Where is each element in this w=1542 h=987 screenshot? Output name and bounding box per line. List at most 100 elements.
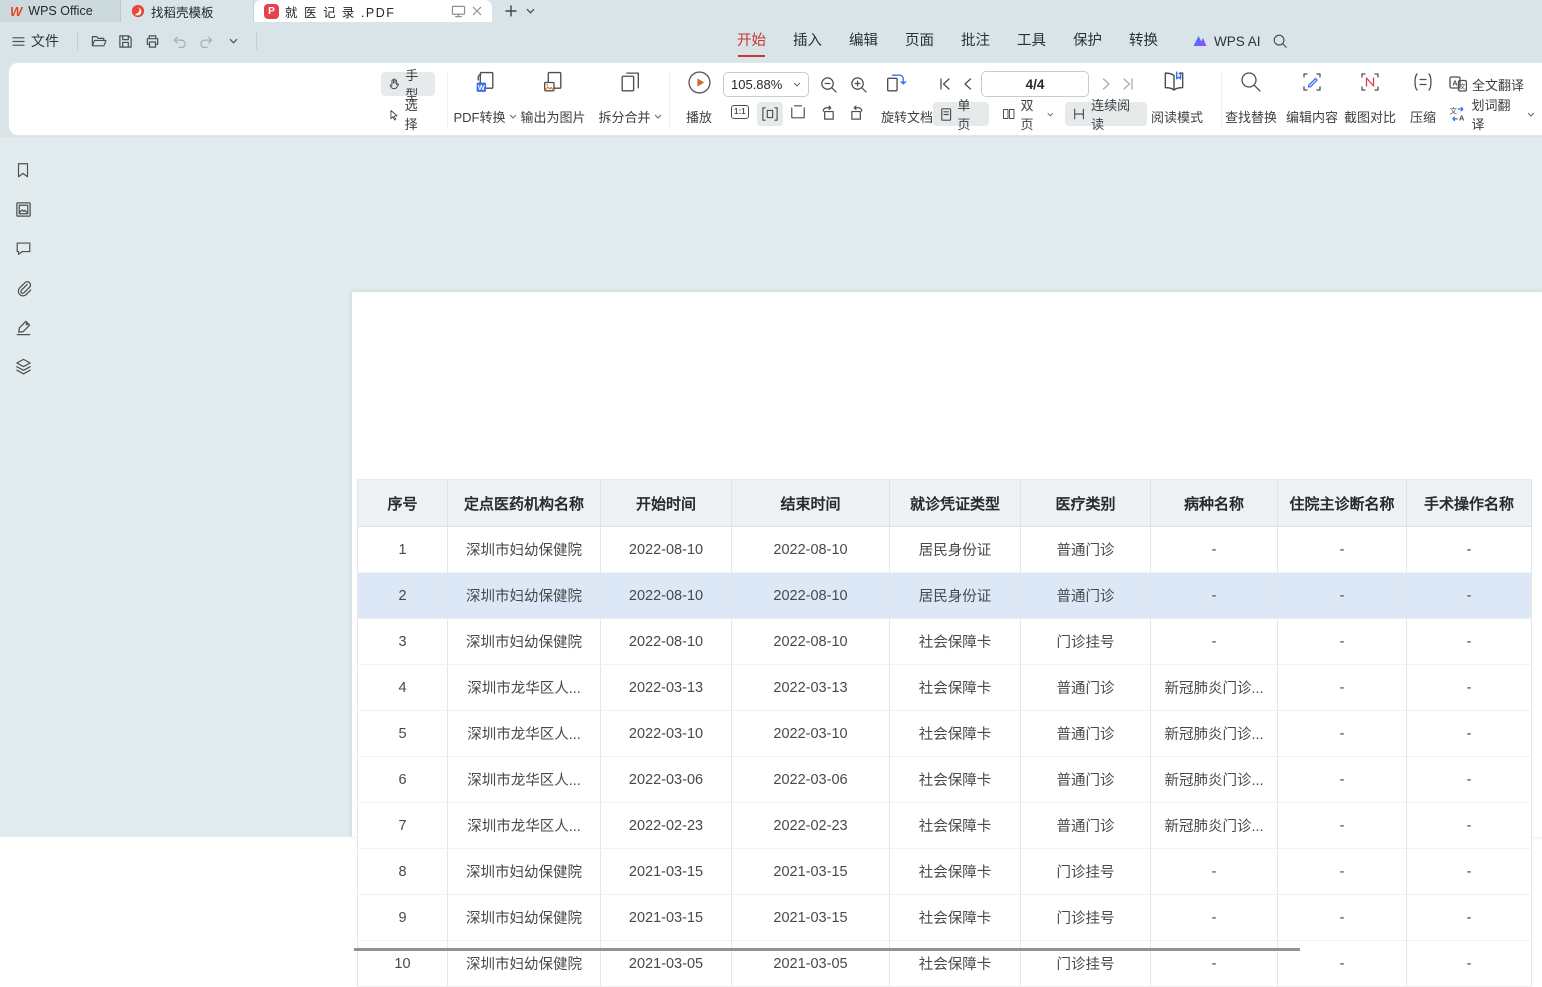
column-header: 住院主诊断名称 <box>1278 480 1407 527</box>
attachment-icon <box>14 279 33 298</box>
screenshot-compare-button[interactable]: 截图对比 <box>1341 70 1399 130</box>
menu-tab-6[interactable]: 保护 <box>1073 22 1102 60</box>
double-page-button[interactable]: 双页 <box>995 102 1061 126</box>
next-page-button[interactable] <box>1099 77 1113 91</box>
wps-ai-label: WPS AI <box>1214 34 1261 49</box>
zoom-out-button[interactable] <box>819 75 838 94</box>
compress-icon <box>1411 70 1435 94</box>
docer-icon <box>131 4 145 18</box>
rotate-pages-icon <box>883 71 908 96</box>
screenshot-compare-label: 截图对比 <box>1344 107 1396 126</box>
tab-list-chevron-icon[interactable] <box>526 8 535 14</box>
full-translate-button[interactable]: A 文 全文翻译 <box>1449 72 1531 96</box>
export-image-button[interactable]: 输出为图片 <box>515 70 591 130</box>
menu-tab-2[interactable]: 编辑 <box>849 22 878 60</box>
table-cell: 2021-03-15 <box>601 895 732 941</box>
save-button[interactable] <box>113 29 138 53</box>
rotate-right-button[interactable] <box>849 104 866 121</box>
zoom-in-button[interactable] <box>849 75 868 94</box>
fit-width-button[interactable] <box>757 102 783 126</box>
print-icon <box>145 34 160 49</box>
table-cell: - <box>1407 941 1532 987</box>
select-tool-button[interactable]: 选择 <box>381 102 435 126</box>
menu-tab-4[interactable]: 批注 <box>961 22 990 60</box>
read-mode-icon-button[interactable] <box>1161 70 1187 94</box>
open-file-button[interactable] <box>86 29 111 53</box>
table-cell: - <box>1407 757 1532 803</box>
zoom-level-select[interactable]: 105.88% <box>723 72 809 97</box>
previous-page-icon <box>961 77 975 91</box>
find-replace-button[interactable]: 查找替换 <box>1222 70 1280 130</box>
fit-page-button[interactable] <box>789 104 807 120</box>
quickbar-more-button[interactable] <box>221 29 246 53</box>
tab-wps-office[interactable]: W WPS Office <box>0 0 121 22</box>
last-page-button[interactable] <box>1121 77 1135 91</box>
sidebar-attachment-button[interactable] <box>12 277 34 299</box>
sidebar-layers-button[interactable] <box>12 355 34 377</box>
column-header: 手术操作名称 <box>1407 480 1532 527</box>
rotate-left-button[interactable] <box>819 104 836 121</box>
redo-icon <box>198 35 215 48</box>
tab-docer-templates[interactable]: 找稻壳模板 <box>121 0 254 22</box>
menu-tab-1[interactable]: 插入 <box>793 22 822 60</box>
hand-tool-button[interactable]: 手型 <box>381 72 435 96</box>
hamburger-icon <box>12 36 25 47</box>
find-replace-icon <box>1239 70 1263 94</box>
rotate-doc-label[interactable]: 旋转文档 <box>881 107 933 126</box>
table-row: 6深圳市龙华区人...2022-03-062022-03-06社会保障卡普通门诊… <box>358 757 1532 803</box>
actual-size-button[interactable]: 1:1 <box>731 105 749 119</box>
menu-tab-3[interactable]: 页面 <box>905 22 934 60</box>
table-cell: - <box>1151 619 1278 665</box>
svg-text:文: 文 <box>1450 107 1458 116</box>
hand-icon <box>388 77 400 91</box>
menu-tab-0[interactable]: 开始 <box>737 22 766 60</box>
menu-tab-5[interactable]: 工具 <box>1017 22 1046 60</box>
svg-text:A: A <box>1452 81 1457 88</box>
chevron-down-icon <box>1047 112 1054 117</box>
menu-search-button[interactable] <box>1272 33 1288 49</box>
sidebar-thumbnails-button[interactable] <box>12 198 34 220</box>
rotate-pages-button[interactable] <box>883 71 908 96</box>
table-row: 4深圳市龙华区人...2022-03-132022-03-13社会保障卡普通门诊… <box>358 665 1532 711</box>
first-page-button[interactable] <box>938 77 952 91</box>
table-cell: 3 <box>358 619 448 665</box>
table-cell: 2022-03-13 <box>601 665 732 711</box>
word-translate-button[interactable]: 文 A 划词翻译 <box>1449 102 1542 126</box>
redo-button[interactable] <box>194 29 219 53</box>
sidebar-comment-button[interactable] <box>12 237 34 259</box>
table-cell: 普通门诊 <box>1021 665 1151 711</box>
compress-button[interactable]: 压缩 <box>1401 70 1445 130</box>
sidebar-bookmark-button[interactable] <box>12 159 34 181</box>
page-number-input[interactable]: 4/4 <box>981 71 1089 97</box>
tab-document[interactable]: P 就 医 记 录 .PDF <box>254 0 492 22</box>
file-menu-button[interactable]: 文件 <box>12 31 59 51</box>
window-tab-bar: W WPS Office 找稻壳模板 P 就 医 记 录 .PDF <box>0 0 1542 22</box>
table-cell: 5 <box>358 711 448 757</box>
menu-tab-7[interactable]: 转换 <box>1129 22 1158 60</box>
undo-button[interactable] <box>167 29 192 53</box>
menu-bar: 文件 开始插入编辑页面批注工具保护转换 WPS <box>0 22 1542 60</box>
read-mode-label[interactable]: 阅读模式 <box>1151 107 1203 126</box>
pdf-convert-button[interactable]: W PDF转换 <box>451 70 519 130</box>
pdf-page[interactable]: 序号定点医药机构名称开始时间结束时间就诊凭证类型医疗类别病种名称住院主诊断名称手… <box>352 292 1542 837</box>
split-merge-button[interactable]: 拆分合并 <box>595 70 665 130</box>
print-button[interactable] <box>140 29 165 53</box>
play-button[interactable]: 播放 <box>677 70 721 130</box>
table-cell: 门诊挂号 <box>1021 895 1151 941</box>
independent-window-icon[interactable] <box>451 5 466 18</box>
edit-content-button[interactable]: 编辑内容 <box>1283 70 1341 130</box>
table-cell: 社会保障卡 <box>890 849 1021 895</box>
previous-page-button[interactable] <box>961 77 975 91</box>
new-tab-icon[interactable] <box>504 4 518 18</box>
wps-ai-button[interactable]: WPS AI <box>1192 22 1261 60</box>
cursor-icon <box>388 108 400 121</box>
table-cell: 深圳市龙华区人... <box>448 803 601 849</box>
continuous-reading-button[interactable]: 连续阅读 <box>1065 102 1147 126</box>
export-image-label: 输出为图片 <box>520 107 585 126</box>
close-tab-icon[interactable] <box>472 6 482 16</box>
sidebar-signature-button[interactable] <box>12 316 34 338</box>
single-page-button[interactable]: 单页 <box>933 102 989 126</box>
save-icon <box>118 34 133 49</box>
split-merge-icon <box>618 70 643 95</box>
chevron-down-icon <box>793 82 801 87</box>
